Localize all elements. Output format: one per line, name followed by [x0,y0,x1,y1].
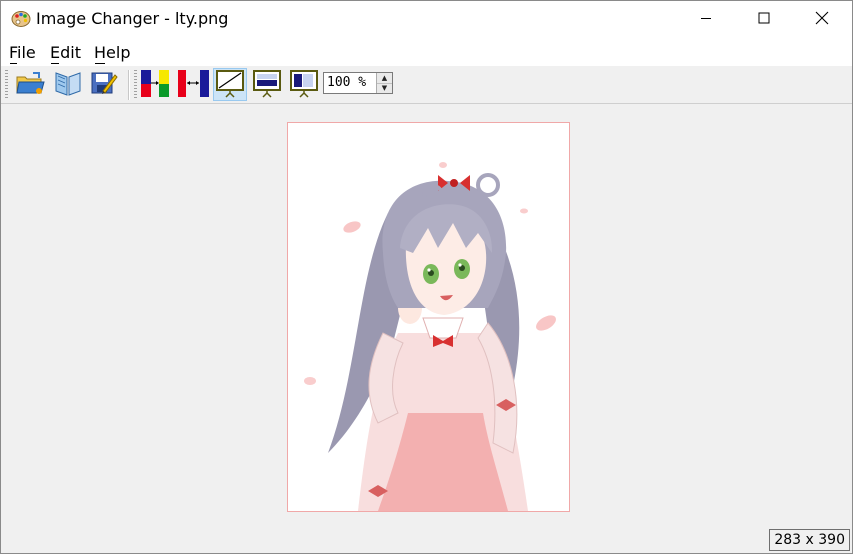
menu-help[interactable]: Help [94,43,130,62]
menu-help-label: Help [94,43,131,62]
color-bars-resize-icon [139,68,173,102]
shrink-colors-button[interactable] [176,68,210,101]
fit-width-button[interactable] [250,68,284,101]
fit-height-button[interactable] [287,68,321,101]
toolbar-separator [128,70,130,100]
menu-file[interactable]: File [9,43,36,62]
open-button[interactable] [13,68,47,101]
menu-edit-accel-underline [51,63,59,64]
toolbar-grip-2[interactable] [134,70,137,100]
fit-diagonal-button[interactable] [213,68,247,101]
fit-height-icon [288,68,320,102]
title-bar[interactable]: Image Changer - lty.png [1,1,852,38]
toolbar-grip[interactable] [5,70,8,100]
menu-edit-label: Edit [50,43,81,62]
spin-down-arrow-icon[interactable]: ▼ [377,83,392,93]
image-canvas[interactable]: 283 x 390 [1,104,852,553]
app-window: Image Changer - lty.png File Edit Help 1… [0,0,853,554]
color-bars-shrink-icon [176,68,210,102]
maximize-icon [758,12,770,28]
toolbar: 100 % ▲ ▼ [1,66,852,104]
minimize-button[interactable] [683,1,729,38]
zoom-spin-buttons: ▲ ▼ [376,73,392,93]
menu-bar: File Edit Help [1,38,852,66]
anime-girl-illustration [304,162,556,511]
menu-file-accel-underline [10,63,17,64]
menu-edit[interactable]: Edit [50,43,81,62]
maximize-button[interactable] [741,1,787,38]
fit-diagonal-icon [214,68,246,102]
close-icon [815,11,829,29]
minimize-icon [700,12,712,28]
open-book-icon [53,69,83,101]
image-dimensions-status: 283 x 390 [769,529,850,551]
fit-width-icon [251,68,283,102]
resize-colors-button[interactable] [139,68,173,101]
zoom-value[interactable]: 100 % [327,75,366,90]
window-title: Image Changer - lty.png [36,9,229,28]
save-edit-icon [89,69,119,101]
close-button[interactable] [799,1,845,38]
open-book-button[interactable] [51,68,85,101]
menu-file-label: File [9,43,36,62]
palette-icon [11,10,31,28]
menu-help-accel-underline [95,63,105,64]
open-folder-icon [15,69,45,101]
save-button[interactable] [87,68,121,101]
zoom-spinbox[interactable]: 100 % ▲ ▼ [323,72,393,94]
image-preview [287,122,570,512]
